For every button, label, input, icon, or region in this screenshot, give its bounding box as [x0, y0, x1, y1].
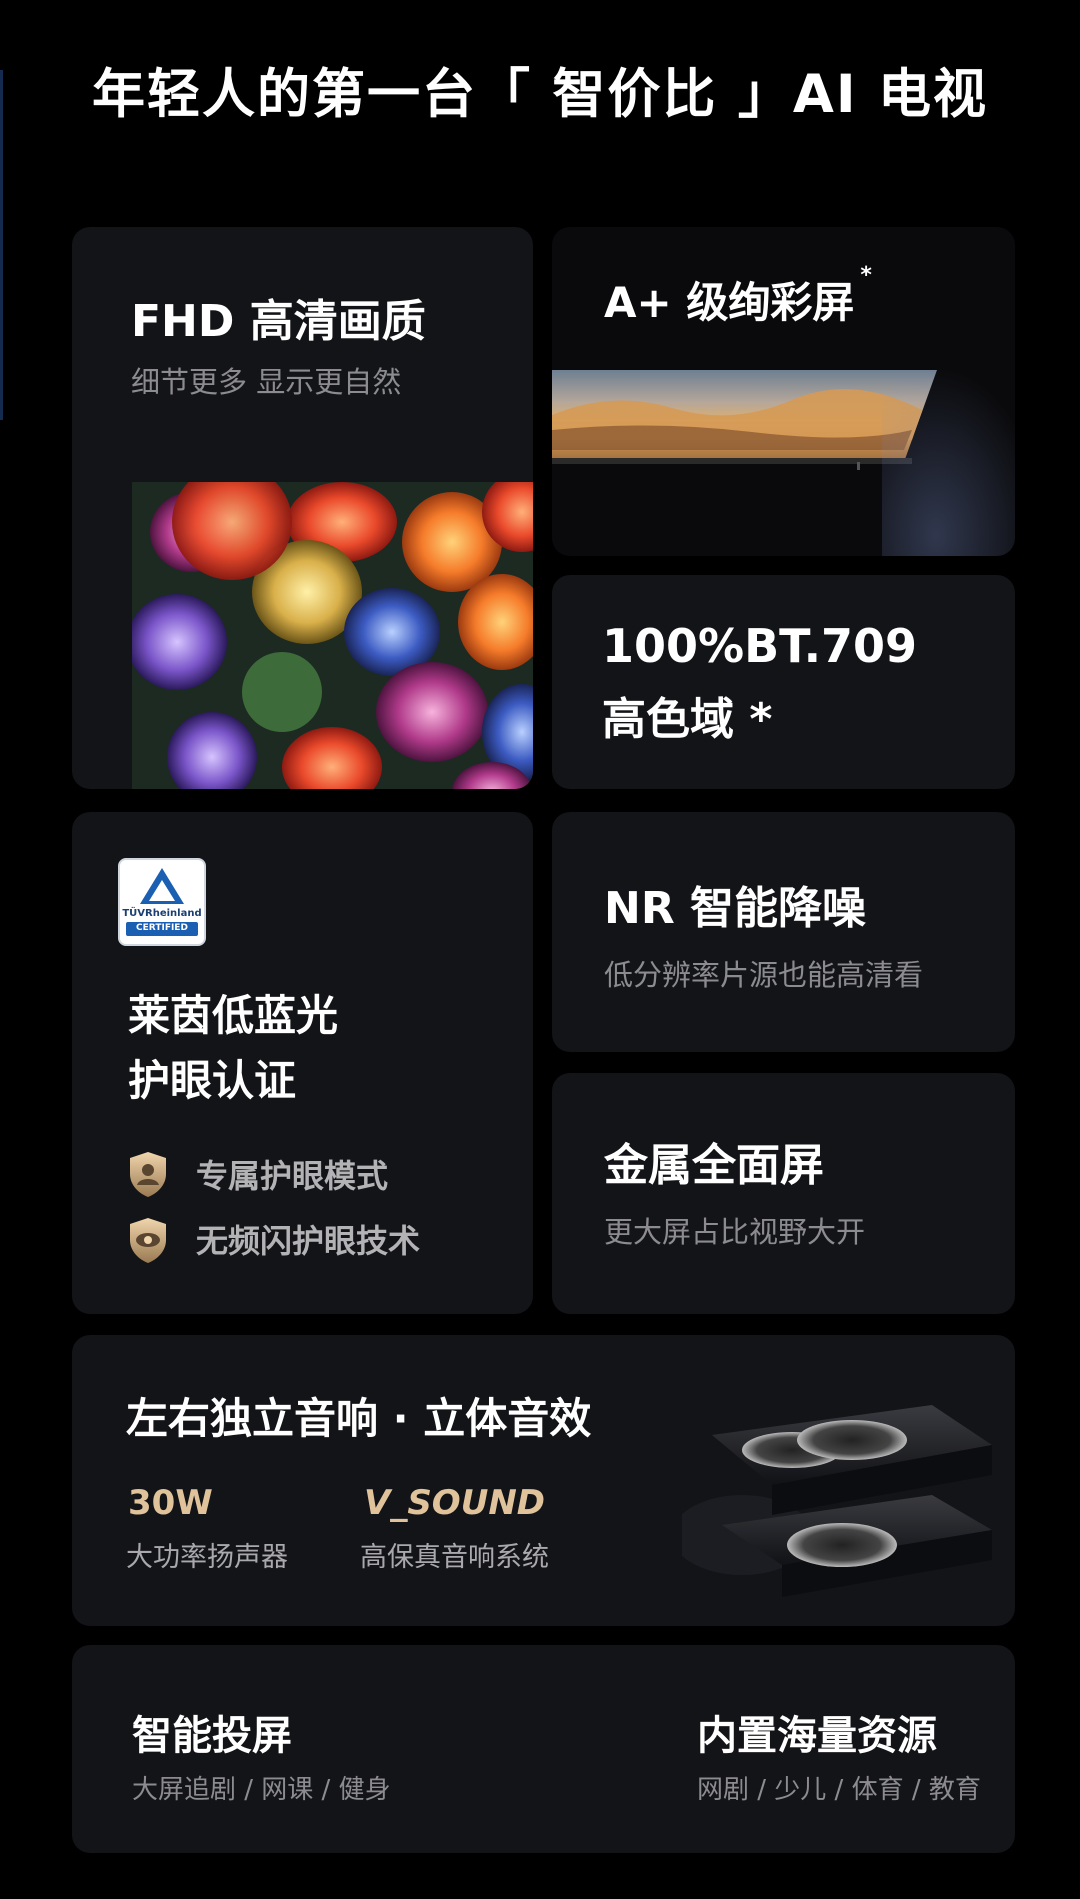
bt709-line1: 100%BT.709: [602, 619, 918, 673]
person-shield-icon: [130, 1152, 166, 1197]
content-title: 内置海量资源: [697, 1713, 937, 1759]
tuv-badge: TÜVRheinland CERTIFIED: [118, 858, 206, 946]
power-value: 30W: [128, 1483, 213, 1523]
a-plus-title-text: A+ 级绚彩屏: [604, 278, 855, 327]
bt709-card: 100%BT.709 高色域 *: [552, 575, 1015, 789]
eye-shield-icon: [130, 1218, 166, 1263]
fhd-title: FHD 高清画质: [131, 296, 426, 347]
audio-card: 左右独立音响 · 立体音效 30W 大功率扬声器 V_SOUND 高保真音响系统: [72, 1335, 1015, 1626]
tuv-certified-text: CERTIFIED: [136, 923, 188, 933]
metal-card: 金属全面屏 更大屏占比视野大开: [552, 1073, 1015, 1314]
feature-flicker-free: 无频闪护眼技术: [196, 1222, 421, 1260]
feature-eye-mode: 专属护眼模式: [196, 1157, 389, 1195]
audio-title: 左右独立音响 · 立体音效: [126, 1394, 592, 1443]
a-plus-title: A+ 级绚彩屏*: [604, 263, 872, 330]
cast-title: 智能投屏: [132, 1713, 292, 1759]
tuv-card: TÜVRheinland CERTIFIED 莱茵低蓝光 护眼认证 专属护眼模式…: [72, 812, 533, 1314]
a-plus-card: A+ 级绚彩屏*: [552, 227, 1015, 556]
tuv-title-line2: 护眼认证: [128, 1056, 297, 1105]
metal-subtitle: 更大屏占比视野大开: [604, 1215, 866, 1249]
content-subtitle: 网剧 / 少儿 / 体育 / 教育: [697, 1775, 981, 1805]
fhd-subtitle: 细节更多 显示更自然: [131, 365, 402, 399]
nr-card: NR 智能降噪 低分辨率片源也能高清看: [552, 812, 1015, 1052]
cast-card: 智能投屏 大屏追剧 / 网课 / 健身 内置海量资源 网剧 / 少儿 / 体育 …: [72, 1645, 1015, 1853]
page-title: 年轻人的第一台「 智价比 」AI 电视: [91, 64, 989, 125]
speaker-modules-image: [682, 1405, 992, 1597]
power-label: 大功率扬声器: [126, 1542, 288, 1573]
flowers-image: [132, 482, 533, 789]
tuv-title-line1: 莱茵低蓝光: [128, 991, 339, 1040]
vsound-label: 高保真音响系统: [360, 1542, 549, 1573]
nr-title: NR 智能降噪: [604, 883, 867, 934]
tuv-brand-text: TÜVRheinland: [122, 908, 202, 919]
tv-glow: [882, 337, 1015, 556]
nr-subtitle: 低分辨率片源也能高清看: [604, 958, 924, 992]
metal-title: 金属全面屏: [604, 1140, 824, 1191]
bt709-line2: 高色域 *: [602, 694, 773, 745]
vsound-logo: V_SOUND: [364, 1483, 545, 1523]
a-plus-mark: *: [860, 263, 872, 288]
fhd-card: FHD 高清画质 细节更多 显示更自然: [72, 227, 533, 789]
cast-subtitle: 大屏追剧 / 网课 / 健身: [132, 1775, 391, 1805]
